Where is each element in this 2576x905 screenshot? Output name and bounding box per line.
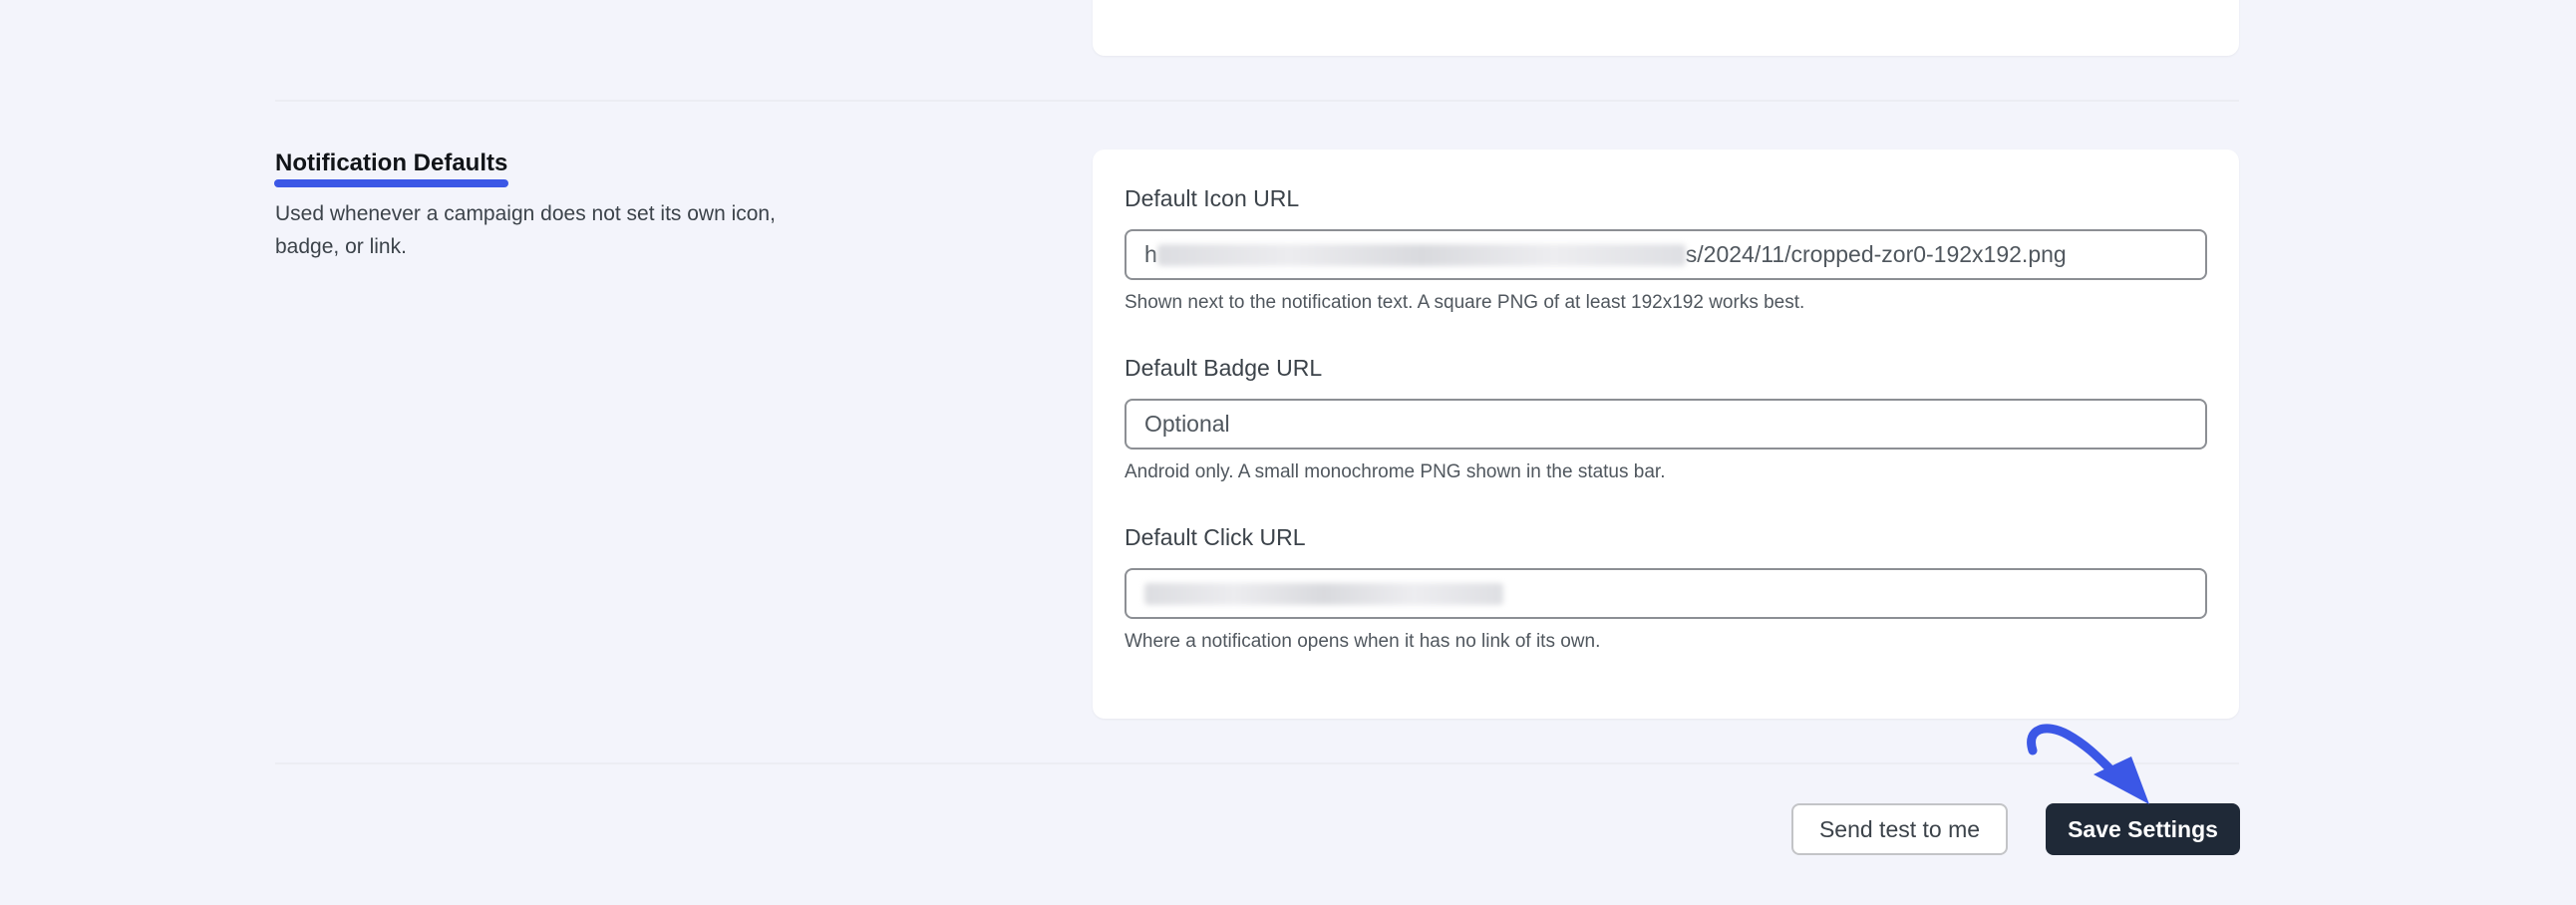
icon-url-suffix: s/2024/11/cropped-zor0-192x192.png <box>1685 241 2067 267</box>
actions-divider <box>275 762 2239 764</box>
icon-url-prefix: h <box>1144 241 1157 267</box>
default-icon-url-label: Default Icon URL <box>1125 185 1300 211</box>
default-badge-url-help: Android only. A small monochrome PNG sho… <box>1125 461 1666 482</box>
default-click-url-label: Default Click URL <box>1125 524 1306 550</box>
default-icon-url-field: Default Icon URL h s/2024/11/cropped-zor… <box>1125 183 2207 316</box>
section-header: Notification Defaults Used whenever a ca… <box>274 150 833 263</box>
default-badge-url-input[interactable]: Optional <box>1125 399 2207 450</box>
default-click-url-input[interactable] <box>1125 568 2207 619</box>
title-highlight <box>274 179 509 187</box>
send-test-button[interactable]: Send test to me <box>1791 803 2008 855</box>
default-click-url-field: Default Click URL Where a notification o… <box>1125 522 2207 655</box>
section-divider <box>275 100 2239 102</box>
default-icon-url-input[interactable]: h s/2024/11/cropped-zor0-192x192.png <box>1125 229 2207 280</box>
redacted-text <box>1144 582 1503 605</box>
section-description: Used whenever a campaign does not set it… <box>275 202 776 258</box>
section-title-text: Notification Defaults <box>275 150 508 176</box>
badge-url-placeholder: Optional <box>1144 411 1230 437</box>
default-icon-url-help: Shown next to the notification text. A s… <box>1125 292 1805 313</box>
section-title: Notification Defaults <box>274 150 509 187</box>
annotation-arrow-icon <box>2027 724 2149 804</box>
redacted-text <box>1156 243 1686 266</box>
default-badge-url-field: Default Badge URL Optional Android only.… <box>1125 353 2207 485</box>
default-click-url-help: Where a notification opens when it has n… <box>1125 631 1601 652</box>
notification-defaults-card: Default Icon URL h s/2024/11/cropped-zor… <box>1093 150 2239 719</box>
previous-settings-card <box>1093 0 2239 56</box>
default-badge-url-label: Default Badge URL <box>1125 355 1323 381</box>
